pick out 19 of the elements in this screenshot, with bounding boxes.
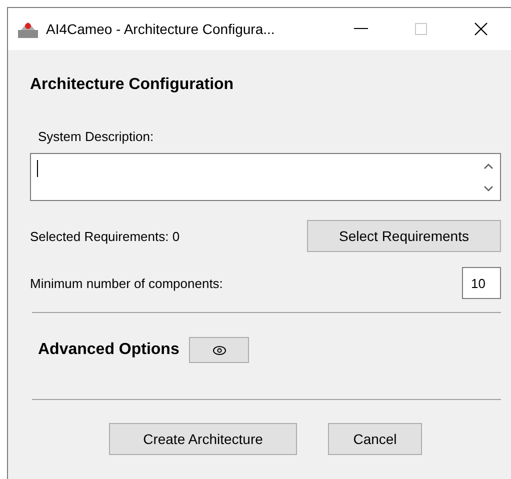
scroll-up-icon[interactable] [484, 162, 492, 168]
cancel-button[interactable]: Cancel [328, 423, 422, 455]
components-field[interactable]: 10 [462, 267, 501, 299]
field-label: System Description: [38, 129, 155, 144]
eye-icon [212, 346, 226, 354]
create-button[interactable]: Create Architecture [109, 423, 297, 455]
description-field[interactable] [30, 153, 501, 201]
app-icon [18, 20, 38, 38]
window-title: AI4Cameo - Architecture Configura... [46, 21, 276, 37]
close-icon [474, 22, 488, 36]
minimize-icon [354, 28, 368, 30]
toggle-button[interactable] [189, 337, 250, 363]
maximize-icon [415, 23, 427, 35]
dialog-heading: Architecture Configuration [30, 76, 235, 95]
scroll-down-icon[interactable] [484, 186, 492, 192]
field-label: Minimum number of components: [30, 276, 223, 290]
section-heading: Advanced Options [38, 341, 180, 359]
requirements-count: Selected Requirements: 0 [30, 228, 180, 244]
select-requirements-button[interactable]: Select Requirements [307, 220, 501, 252]
